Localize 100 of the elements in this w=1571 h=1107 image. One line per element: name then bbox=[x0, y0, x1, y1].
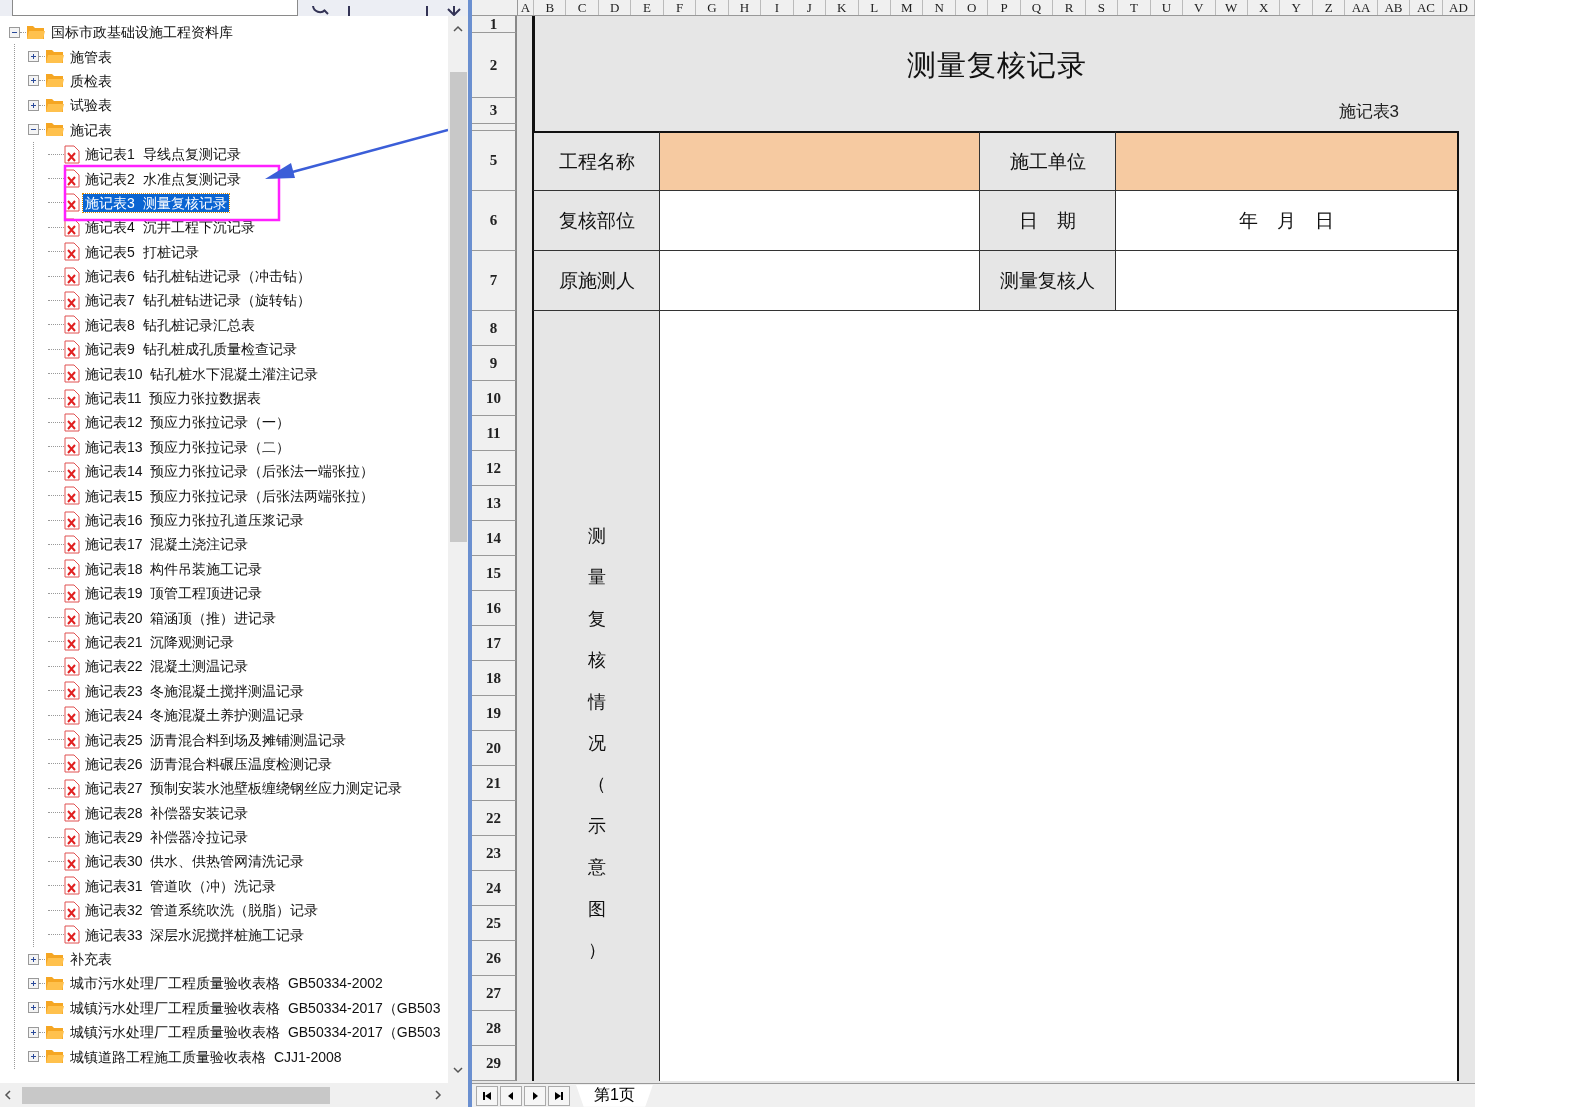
tree-item[interactable]: 施记表14 预应力张拉记录（后张法一端张拉） bbox=[83, 462, 377, 481]
tree-item[interactable]: 质检表 bbox=[68, 71, 114, 90]
row-header[interactable]: 25 bbox=[472, 906, 517, 941]
expand-icon[interactable] bbox=[28, 99, 39, 111]
collapse-icon[interactable] bbox=[9, 26, 20, 38]
tree-item[interactable]: 施记表9 钻孔桩成孔质量检查记录 bbox=[83, 340, 299, 359]
column-header[interactable]: Z bbox=[1312, 0, 1346, 15]
tree-item[interactable]: 施记表 bbox=[68, 120, 114, 139]
expand-icon[interactable] bbox=[28, 1026, 39, 1038]
column-header[interactable]: AC bbox=[1410, 0, 1443, 15]
field-value[interactable] bbox=[1116, 251, 1459, 311]
tree-item[interactable]: 施记表28 补偿器安装记录 bbox=[83, 803, 251, 822]
tree-item[interactable]: 试验表 bbox=[68, 96, 114, 115]
scroll-down-icon[interactable] bbox=[453, 1066, 463, 1074]
row-header[interactable]: 16 bbox=[472, 591, 517, 626]
scroll-right-icon[interactable] bbox=[434, 1090, 442, 1100]
column-header[interactable]: E bbox=[631, 0, 664, 15]
row-header[interactable]: 7 bbox=[472, 251, 517, 311]
column-header[interactable]: I bbox=[761, 0, 794, 15]
column-header[interactable]: L bbox=[858, 0, 891, 15]
row-header[interactable]: 1 bbox=[472, 16, 517, 33]
collapse-icon[interactable] bbox=[28, 124, 39, 136]
column-header[interactable]: AB bbox=[1377, 0, 1411, 15]
scrollbar-thumb[interactable] bbox=[449, 72, 467, 542]
row-header[interactable]: 23 bbox=[472, 836, 517, 871]
column-header[interactable]: X bbox=[1247, 0, 1281, 15]
column-header[interactable]: AA bbox=[1345, 0, 1378, 15]
tree-item[interactable]: 施记表2 水准点复测记录 bbox=[83, 169, 243, 188]
row-header[interactable]: 18 bbox=[472, 661, 517, 696]
row-header[interactable]: 21 bbox=[472, 766, 517, 801]
column-header[interactable]: P bbox=[988, 0, 1021, 15]
tree-item[interactable]: 城镇污水处理厂工程质量验收表格 GB50334-2017（GB503 bbox=[68, 1023, 443, 1042]
row-header[interactable]: 28 bbox=[472, 1011, 517, 1046]
row-header[interactable]: 22 bbox=[472, 801, 517, 836]
tree-item[interactable]: 施记表3 测量复核记录 bbox=[83, 193, 229, 212]
column-header[interactable]: M bbox=[891, 0, 924, 15]
tree-item[interactable]: 施记表10 钻孔桩水下混凝土灌注记录 bbox=[83, 364, 321, 383]
column-header[interactable]: F bbox=[663, 0, 697, 15]
row-header[interactable]: 9 bbox=[472, 346, 517, 381]
expand-icon[interactable] bbox=[28, 953, 39, 965]
tree-item[interactable]: 城镇道路工程施工质量验收表格 CJJ1-2008 bbox=[68, 1047, 344, 1066]
row-header[interactable]: 8 bbox=[472, 311, 517, 346]
tree-item[interactable]: 施记表31 管道吹（冲）洗记录 bbox=[83, 876, 279, 895]
row-header[interactable]: 27 bbox=[472, 976, 517, 1011]
row-header[interactable] bbox=[472, 124, 517, 131]
tree-item[interactable]: 施记表24 冬施混凝土养护测温记录 bbox=[83, 706, 307, 725]
column-header[interactable]: W bbox=[1215, 0, 1248, 15]
scroll-up-icon[interactable] bbox=[453, 25, 463, 33]
column-header[interactable]: S bbox=[1085, 0, 1119, 15]
tree-item[interactable]: 补充表 bbox=[68, 950, 114, 969]
column-header[interactable]: C bbox=[566, 0, 599, 15]
column-header[interactable]: Q bbox=[1020, 0, 1054, 15]
tree-item[interactable]: 施记表6 钻孔桩钻进记录（冲击钻） bbox=[83, 267, 313, 286]
expand-icon[interactable] bbox=[28, 1002, 39, 1014]
row-header[interactable]: 19 bbox=[472, 696, 517, 731]
tree-item[interactable]: 施记表29 补偿器冷拉记录 bbox=[83, 828, 251, 847]
expand-icon[interactable] bbox=[28, 977, 39, 989]
column-header[interactable]: U bbox=[1150, 0, 1184, 15]
scroll-left-icon[interactable] bbox=[4, 1090, 12, 1100]
row-header[interactable]: 24 bbox=[472, 871, 517, 906]
column-header[interactable]: Y bbox=[1280, 0, 1313, 15]
last-page-button[interactable] bbox=[548, 1085, 570, 1106]
column-header[interactable]: J bbox=[793, 0, 827, 15]
sheet-tab[interactable]: 第1页 bbox=[576, 1084, 653, 1107]
tree-item[interactable]: 施记表32 管道系统吹洗（脱脂）记录 bbox=[83, 901, 321, 920]
row-header[interactable]: 5 bbox=[472, 131, 517, 191]
column-header[interactable]: K bbox=[826, 0, 859, 15]
tree-item[interactable]: 施记表11 预应力张拉数据表 bbox=[83, 389, 264, 408]
tree-item[interactable]: 国标市政基础设施工程资料库 bbox=[49, 23, 235, 42]
row-header[interactable]: 20 bbox=[472, 731, 517, 766]
row-header[interactable]: 17 bbox=[472, 626, 517, 661]
row-header[interactable]: 13 bbox=[472, 486, 517, 521]
tree-item[interactable]: 施记表17 混凝土浇注记录 bbox=[83, 535, 251, 554]
column-header[interactable]: B bbox=[534, 0, 567, 15]
first-page-button[interactable] bbox=[476, 1085, 498, 1106]
column-header[interactable]: AD bbox=[1442, 0, 1476, 15]
tree-item[interactable]: 施记表30 供水、供热管网清洗记录 bbox=[83, 852, 307, 871]
tree-item[interactable]: 施记表21 沉降观测记录 bbox=[83, 632, 237, 651]
field-value[interactable] bbox=[660, 191, 980, 251]
tree-item[interactable]: 施记表23 冬施混凝土搅拌测温记录 bbox=[83, 681, 307, 700]
tree-item[interactable]: 施记表15 预应力张拉记录（后张法两端张拉） bbox=[83, 486, 377, 505]
tree-item[interactable]: 施记表1 导线点复测记录 bbox=[83, 145, 243, 164]
row-header[interactable]: 11 bbox=[472, 416, 517, 451]
tree-item[interactable]: 施记表33 深层水泥搅拌桩施工记录 bbox=[83, 925, 307, 944]
row-header[interactable]: 3 bbox=[472, 98, 517, 124]
row-header[interactable]: 15 bbox=[472, 556, 517, 591]
field-value[interactable] bbox=[1116, 131, 1459, 191]
field-value[interactable] bbox=[660, 131, 980, 191]
tree-item[interactable]: 施记表13 预应力张拉记录（二） bbox=[83, 437, 293, 456]
tree-item[interactable]: 施记表27 预制安装水池壁板缠绕钢丝应力测定记录 bbox=[83, 779, 405, 798]
row-header[interactable]: 6 bbox=[472, 191, 517, 251]
column-header[interactable]: V bbox=[1183, 0, 1216, 15]
tree-item[interactable]: 施记表8 钻孔桩记录汇总表 bbox=[83, 315, 257, 334]
expand-icon[interactable] bbox=[28, 75, 39, 87]
column-header[interactable]: H bbox=[728, 0, 762, 15]
scrollbar-thumb[interactable] bbox=[22, 1086, 330, 1104]
tree-item[interactable]: 施记表18 构件吊装施工记录 bbox=[83, 559, 265, 578]
arrow-down-icon[interactable] bbox=[446, 6, 462, 16]
tree-item[interactable]: 施记表25 沥青混合料到场及摊铺测温记录 bbox=[83, 730, 349, 749]
column-header[interactable]: R bbox=[1053, 0, 1086, 15]
